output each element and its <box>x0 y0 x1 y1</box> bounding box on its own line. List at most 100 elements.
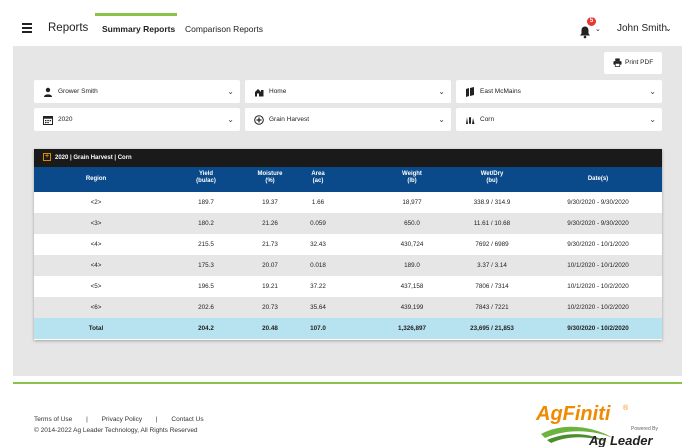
table-cell: 1.66 <box>311 199 325 206</box>
year-dropdown-value: 2020 <box>58 116 73 123</box>
agfiniti-logo: AgFiniti ® Powered By Ag Leader <box>535 403 658 447</box>
table-cell: 0.059 <box>310 220 326 227</box>
table-cell: 10/1/2020 - 10/1/2020 <box>567 262 629 269</box>
table-cell: 35.64 <box>310 304 326 311</box>
column-header-label: Region <box>85 176 107 182</box>
table-cell: 32.43 <box>310 241 326 248</box>
table-title: 2020 | Grain Harvest | Corn <box>55 155 132 161</box>
column-header-unit: (ac) <box>312 178 324 184</box>
barn-icon <box>255 89 264 97</box>
print-pdf-button[interactable]: Print PDF <box>604 52 662 74</box>
table-cell: 196.5 <box>198 283 214 290</box>
column-header-label: Date(s) <box>587 176 609 182</box>
field-dropdown[interactable]: East McMains ⌄ <box>456 80 662 103</box>
table-row: <2> 189.7 19.37 1.66 18,977 338.9 / 314.9 9/30… <box>34 192 662 213</box>
column-header: Region <box>34 176 158 182</box>
total-cell: 20.48 <box>262 325 278 332</box>
hamburger-menu-icon[interactable] <box>22 23 32 33</box>
table-cell: <6> <box>90 304 102 311</box>
corn-icon <box>466 117 475 124</box>
table-cell: 3.37 / 3.14 <box>477 262 507 269</box>
app-root: Reports Summary Reports Comparison Repor… <box>0 0 682 447</box>
table-row: <4> 215.5 21.73 32.43 430,724 7692 / 6989 9/30… <box>34 234 662 255</box>
year-dropdown[interactable]: 2020 ⌄ <box>34 108 240 131</box>
table-row: <6> 202.6 20.73 35.64 439,199 7843 / 7221 10/2… <box>34 297 662 318</box>
footer-separator: | <box>155 416 158 423</box>
table-cell: <5> <box>90 283 102 290</box>
column-header-unit: (bu/ac) <box>196 178 216 184</box>
column-header-label: Moisture <box>257 171 283 177</box>
operation-dropdown[interactable]: Grain Harvest ⌄ <box>245 108 451 131</box>
table-title-bar: + 2020 | Grain Harvest | Corn <box>34 149 662 167</box>
total-cell: 23,695 / 21,853 <box>470 325 514 332</box>
contact-us-link[interactable]: Contact Us <box>171 416 203 423</box>
chevron-down-icon: ⌄ <box>227 87 234 96</box>
table-cell: 19.37 <box>262 199 278 206</box>
table-cell: 21.73 <box>262 241 278 248</box>
chevron-down-icon: ⌄ <box>649 115 656 124</box>
total-cell: Total <box>88 325 104 332</box>
table-cell: 9/30/2020 - 9/30/2020 <box>567 220 629 227</box>
table-cell: <4> <box>90 241 102 248</box>
tab-comparison-reports[interactable]: Comparison Reports <box>185 24 263 34</box>
table-cell: 7806 / 7314 <box>475 283 509 290</box>
table-cell: 9/30/2020 - 10/1/2020 <box>567 241 629 248</box>
column-header-unit: (bu) <box>486 178 498 184</box>
table-cell: 0.018 <box>310 262 326 269</box>
crop-dropdown[interactable]: Corn ⌄ <box>456 108 662 131</box>
table-cell: 189.7 <box>198 199 214 206</box>
table-cell: 11.61 / 10.68 <box>473 220 511 227</box>
column-header-label: Wet/Dry <box>480 171 504 177</box>
table-cell: 9/30/2020 - 9/30/2020 <box>567 199 629 206</box>
crop-dropdown-value: Corn <box>480 116 495 123</box>
grower-dropdown[interactable]: Grower Smith ⌄ <box>34 80 240 103</box>
column-header: Moisture (%) <box>242 171 298 184</box>
terms-of-use-link[interactable]: Terms of Use <box>34 416 72 423</box>
table-cell: 175.3 <box>198 262 214 269</box>
table-header-row: Region Yield (bu/ac) Moisture (%) Area (ac) Wei… <box>34 167 662 192</box>
field-icon <box>466 87 474 97</box>
table-cell: 10/2/2020 - 10/2/2020 <box>567 304 629 311</box>
footer-divider <box>13 382 682 384</box>
user-menu-name[interactable]: John Smith <box>617 23 667 34</box>
table-total-row: Total 204.2 20.48 107.0 1,326,897 23,695 / 21… <box>34 318 662 339</box>
printer-icon <box>613 58 622 67</box>
chevron-down-icon[interactable]: ⌄ <box>595 25 601 33</box>
table-cell: 20.73 <box>262 304 278 311</box>
active-tab-indicator <box>95 13 177 16</box>
chevron-down-icon: ⌄ <box>227 115 234 124</box>
notification-bell-icon[interactable] <box>578 25 592 39</box>
field-dropdown-value: East McMains <box>480 88 521 95</box>
person-icon <box>44 87 52 97</box>
copyright-text: © 2014-2022 Ag Leader Technology, All Ri… <box>34 427 198 434</box>
chevron-down-icon[interactable]: ⌄ <box>665 24 672 33</box>
logo-powered-by-text: Powered By <box>631 426 658 432</box>
chevron-down-icon: ⌄ <box>438 115 445 124</box>
chevron-down-icon: ⌄ <box>438 87 445 96</box>
grower-dropdown-value: Grower Smith <box>58 88 98 95</box>
collapse-toggle-icon[interactable]: + <box>43 153 51 161</box>
table-cell: 10/1/2020 - 10/2/2020 <box>567 283 629 290</box>
farm-dropdown-value: Home <box>269 88 287 95</box>
total-cell: 204.2 <box>198 325 214 332</box>
chevron-down-icon: ⌄ <box>649 87 656 96</box>
column-header: Yield (bu/ac) <box>178 171 234 184</box>
farm-dropdown[interactable]: Home ⌄ <box>245 80 451 103</box>
table-cell: 37.22 <box>310 283 326 290</box>
table-row: <3> 180.2 21.26 0.059 650.0 11.61 / 10.68 9/30… <box>34 213 662 234</box>
harvest-operation-icon <box>254 115 264 125</box>
operation-dropdown-value: Grain Harvest <box>269 116 310 123</box>
table-cell: 19.21 <box>262 283 278 290</box>
table-cell: 20.07 <box>262 262 278 269</box>
table-cell: 21.26 <box>262 220 278 227</box>
footer-separator: | <box>86 416 88 423</box>
table-row: <4> 175.3 20.07 0.018 189.0 3.37 / 3.14 10/1/2… <box>34 255 662 276</box>
total-cell: 9/30/2020 - 10/2/2020 <box>567 325 629 332</box>
privacy-policy-link[interactable]: Privacy Policy <box>102 416 142 423</box>
table-cell: 7843 / 7221 <box>475 304 509 311</box>
table-cell: 338.9 / 314.9 <box>473 199 511 206</box>
footer-links: Terms of Use | Privacy Policy | Contact … <box>34 416 216 423</box>
table-cell: <2> <box>90 199 102 206</box>
table-cell: 202.6 <box>198 304 214 311</box>
tab-summary-reports[interactable]: Summary Reports <box>102 24 175 34</box>
